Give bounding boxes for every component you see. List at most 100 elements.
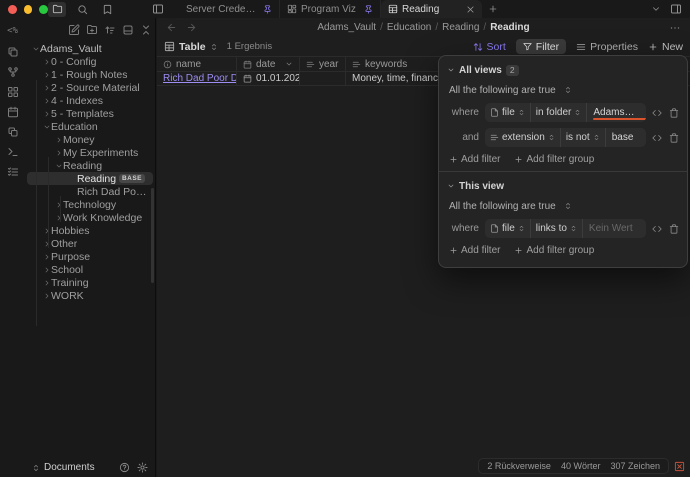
trash-icon[interactable] [669, 133, 679, 143]
sort-order-icon[interactable] [104, 24, 116, 36]
filter-button[interactable]: Filter [516, 39, 566, 54]
folder-icon [52, 4, 63, 15]
tree-item-4-indexes[interactable]: 4 - Indexes [25, 94, 155, 107]
copy-icon[interactable] [6, 125, 20, 138]
column-header-name[interactable]: name [157, 57, 237, 71]
filter-value-input[interactable]: base [606, 128, 646, 147]
tree-item-technology[interactable]: Technology [25, 198, 155, 211]
code-icon[interactable] [652, 108, 662, 118]
panel-right-icon[interactable] [670, 3, 682, 15]
tree-item-work[interactable]: WORK [25, 289, 155, 302]
breadcrumb-item-current[interactable]: Reading [490, 22, 529, 33]
tree-item-adams-vault[interactable]: Adams_Vault [25, 42, 155, 55]
tree-item-training[interactable]: Training [25, 276, 155, 289]
chevron-down-icon[interactable] [285, 60, 293, 68]
collapse-all-icon[interactable] [140, 24, 152, 36]
more-options-icon[interactable] [669, 22, 681, 34]
field-select[interactable]: file [485, 219, 531, 238]
new-entry-button[interactable]: New [648, 41, 683, 53]
tree-item-education[interactable]: Education [25, 120, 155, 133]
breadcrumb-item[interactable]: Reading [442, 22, 479, 33]
note-link[interactable]: Rich Dad Poor Dad [163, 73, 237, 84]
filter-value-input[interactable]: Adams_Vault/Education/Readi... [587, 103, 646, 122]
base-toolbar: Table 1 Ergebnis Sort Filter Properties [157, 37, 690, 56]
filter-value-input[interactable]: Kein Wert [583, 219, 646, 238]
tree-item-rich-dad-poor-dad[interactable]: Rich Dad Poor Dad [25, 185, 155, 198]
chevron-right-icon [42, 253, 51, 261]
breadcrumb-item[interactable]: Education [387, 22, 431, 33]
cell-name[interactable]: Rich Dad Poor Dad [157, 72, 237, 85]
column-header-year[interactable]: year [300, 57, 346, 71]
add-filter-group-button[interactable]: Add filter group [514, 245, 594, 256]
tree-item-work-knowledge[interactable]: Work Knowledge [25, 211, 155, 224]
plus-icon [449, 155, 458, 164]
add-filter-button[interactable]: Add filter [449, 245, 500, 256]
tab-reading[interactable]: Reading [381, 0, 482, 18]
properties-button[interactable]: Properties [576, 41, 638, 53]
new-note-icon[interactable] [68, 24, 80, 36]
calendar-icon[interactable] [6, 105, 20, 118]
layout-grid-icon[interactable] [6, 85, 20, 98]
close-window-button[interactable] [8, 5, 17, 14]
zoom-window-button[interactable] [39, 5, 48, 14]
tab-program-viz[interactable]: Program Viz [280, 0, 381, 18]
tree-item-hobbies[interactable]: Hobbies [25, 224, 155, 237]
operator-select[interactable]: in folder [531, 103, 588, 122]
view-type-selector[interactable]: Table [164, 41, 218, 53]
new-tab-button[interactable] [482, 0, 504, 18]
trash-icon[interactable] [669, 108, 679, 118]
templater-icon[interactable]: <% [6, 25, 20, 38]
bookmarks-panel-button[interactable] [98, 2, 116, 17]
all-views-section-header[interactable]: All views 2 [447, 63, 679, 77]
close-tab-icon[interactable] [466, 5, 475, 14]
card-layout-icon[interactable] [122, 24, 134, 36]
chevron-down-icon[interactable] [651, 4, 661, 14]
cell-date[interactable]: 01.01.2024 [237, 72, 300, 85]
tree-item-purpose[interactable]: Purpose [25, 250, 155, 263]
terminal-icon[interactable] [6, 145, 20, 158]
arrow-left-icon[interactable] [166, 22, 177, 33]
git-fork-icon[interactable] [6, 65, 20, 78]
add-filter-group-button[interactable]: Add filter group [514, 154, 594, 165]
help-icon[interactable] [119, 462, 130, 473]
search-panel-button[interactable] [73, 2, 91, 17]
cell-year[interactable] [300, 72, 346, 85]
tree-item-other[interactable]: Other [25, 237, 155, 250]
tab-server-credentials[interactable]: Server Credentials [179, 0, 280, 18]
breadcrumb-item[interactable]: Adams_Vault [317, 22, 376, 33]
operator-select[interactable]: links to [531, 219, 583, 238]
checklist-icon[interactable] [6, 165, 20, 178]
tree-item-money[interactable]: Money [25, 133, 155, 146]
add-filter-button[interactable]: Add filter [449, 154, 500, 165]
sidebar-scrollbar[interactable] [151, 188, 154, 283]
tree-item-my-experiments[interactable]: My Experiments [25, 146, 155, 159]
field-select[interactable]: file [485, 103, 531, 122]
sync-error-icon[interactable] [674, 461, 685, 472]
match-condition-select[interactable]: All the following are true [449, 84, 679, 96]
match-condition-select[interactable]: All the following are true [449, 200, 679, 212]
tree-item-reading-folder[interactable]: Reading [25, 159, 155, 172]
settings-gear-icon[interactable] [137, 462, 148, 473]
field-select[interactable]: extension [485, 128, 561, 147]
toggle-left-sidebar-button[interactable] [149, 2, 167, 17]
arrow-right-icon[interactable] [186, 22, 197, 33]
this-view-section-header[interactable]: This view [447, 179, 679, 193]
tree-item-0-config[interactable]: 0 - Config [25, 55, 155, 68]
tree-item-2-source-material[interactable]: 2 - Source Material [25, 81, 155, 94]
files-copy-icon[interactable] [6, 45, 20, 58]
code-icon[interactable] [652, 224, 662, 234]
files-panel-button[interactable] [48, 2, 66, 17]
file-icon [490, 224, 499, 233]
vault-switcher[interactable]: Documents [25, 458, 155, 477]
new-folder-icon[interactable] [86, 24, 98, 36]
operator-select[interactable]: is not [561, 128, 606, 147]
tree-item-school[interactable]: School [25, 263, 155, 276]
tree-item-reading-base-file[interactable]: ReadingBASE [27, 172, 153, 185]
tree-item-5-templates[interactable]: 5 - Templates [25, 107, 155, 120]
sort-button[interactable]: Sort [473, 41, 506, 53]
tree-item-1-rough-notes[interactable]: 1 - Rough Notes [25, 68, 155, 81]
minimize-window-button[interactable] [24, 5, 33, 14]
code-icon[interactable] [652, 133, 662, 143]
column-header-date[interactable]: date [237, 57, 300, 71]
trash-icon[interactable] [669, 224, 679, 234]
